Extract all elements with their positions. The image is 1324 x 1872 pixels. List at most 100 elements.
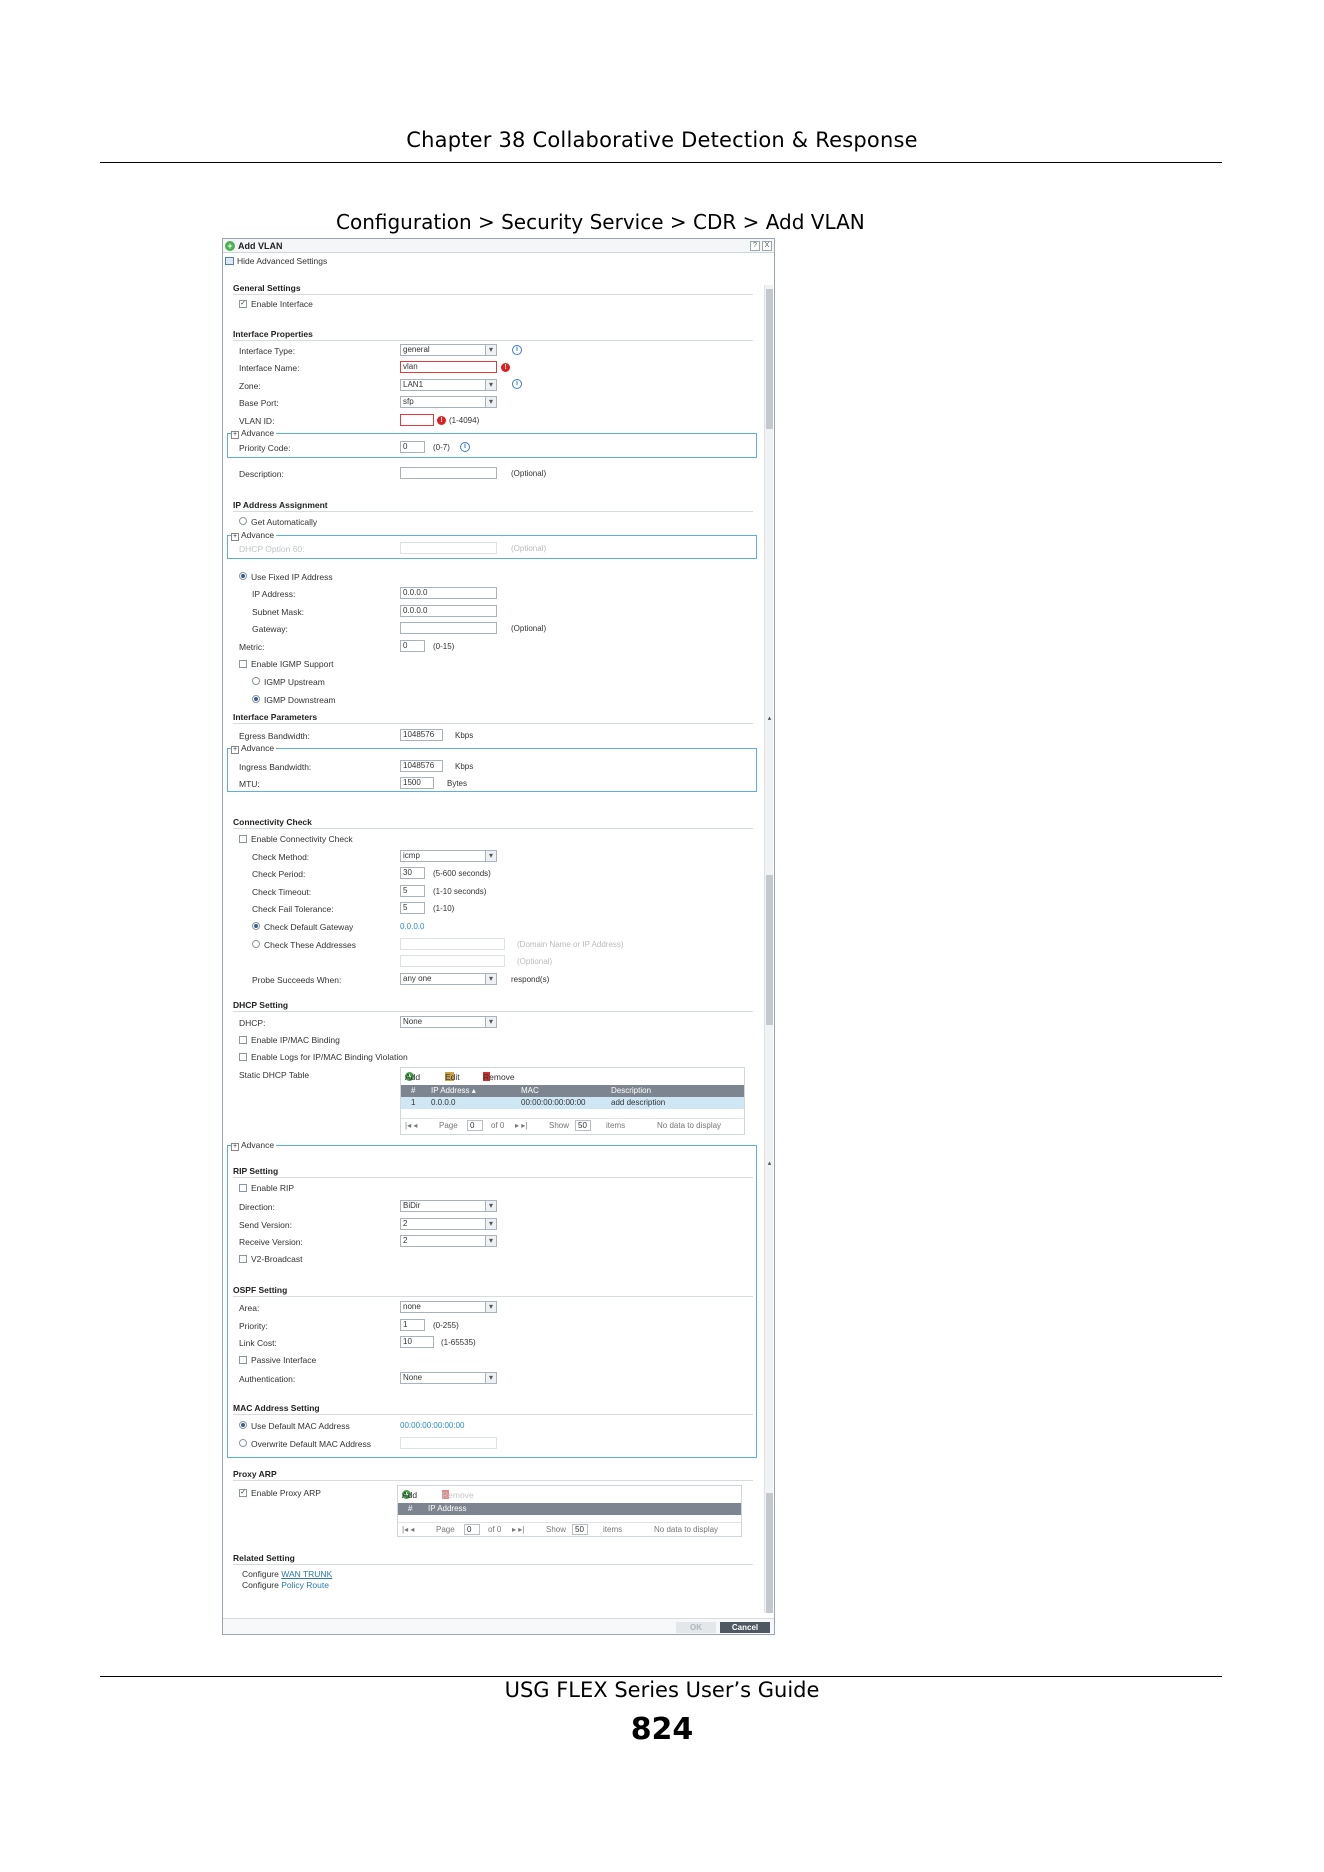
advance-toggle[interactable]: + Advance — [231, 428, 277, 439]
zone-select[interactable]: LAN1 — [400, 379, 497, 391]
table-cell: 0.0.0.0 — [431, 1098, 456, 1107]
link-cost-input[interactable]: 10 — [400, 1336, 434, 1348]
scroll-thumb[interactable] — [766, 289, 773, 429]
link-cost-label: Link Cost: — [239, 1338, 277, 1348]
section-divider — [233, 294, 753, 295]
policy-route-link[interactable]: Policy Route — [281, 1580, 329, 1590]
column-header[interactable]: Description — [611, 1086, 651, 1095]
ok-button[interactable]: OK — [676, 1622, 716, 1633]
dhcp-select[interactable]: None — [400, 1016, 497, 1028]
dhcp-option-input[interactable] — [400, 542, 497, 554]
scroll-up-icon[interactable]: ▴ — [765, 715, 774, 723]
subnet-mask-input[interactable]: 0.0.0.0 — [400, 605, 497, 617]
priority-code-label: Priority Code: — [239, 443, 291, 453]
v2-broadcast-checkbox[interactable] — [239, 1255, 247, 1263]
table-pager: |◂ ◂ Page 0 of 0 ▸ ▸| Show 50 items No d… — [398, 1522, 741, 1536]
section-divider — [233, 1564, 753, 1565]
hide-advanced-link[interactable]: Hide Advanced Settings — [225, 256, 327, 266]
check-address-input[interactable] — [400, 938, 505, 950]
dialog-footer: OK Cancel — [223, 1618, 774, 1634]
pager-nav-icon[interactable]: ▸ ▸| — [515, 1121, 527, 1130]
check-fail-input[interactable]: 5 — [400, 902, 425, 914]
cancel-button[interactable]: Cancel — [720, 1622, 770, 1633]
column-header[interactable]: # — [411, 1086, 415, 1095]
scroll-thumb[interactable] — [766, 875, 773, 1025]
scroll-up-icon[interactable]: ▴ — [765, 1160, 774, 1168]
metric-input[interactable]: 0 — [400, 640, 425, 652]
help-icon[interactable]: ? — [750, 241, 760, 251]
pager-nav-icon[interactable]: |◂ ◂ — [402, 1525, 414, 1534]
check-fail-label: Check Fail Tolerance: — [252, 904, 334, 914]
area-select[interactable]: none — [400, 1301, 497, 1313]
use-fixed-ip-radio[interactable] — [239, 572, 247, 580]
advance-toggle[interactable]: + Advance — [231, 530, 277, 541]
column-header[interactable]: IP Address — [428, 1504, 467, 1513]
column-header[interactable]: MAC — [521, 1086, 539, 1095]
enable-igmp-checkbox[interactable] — [239, 660, 247, 668]
passive-interface-checkbox[interactable] — [239, 1356, 247, 1364]
v2-broadcast-label: V2-Broadcast — [251, 1254, 303, 1264]
gateway-input[interactable] — [400, 622, 497, 634]
check-period-input[interactable]: 30 — [400, 867, 425, 879]
send-version-select[interactable]: 2 — [400, 1218, 497, 1230]
igmp-downstream-radio[interactable] — [252, 695, 260, 703]
check-method-select[interactable]: icmp — [400, 850, 497, 862]
table-cell: add description — [611, 1098, 666, 1107]
logs-binding-checkbox[interactable] — [239, 1053, 247, 1061]
base-port-select[interactable]: sfp — [400, 396, 497, 408]
close-icon[interactable]: X — [762, 241, 772, 251]
overwrite-mac-input[interactable] — [400, 1437, 497, 1449]
ip-mac-binding-checkbox[interactable] — [239, 1036, 247, 1044]
igmp-upstream-radio[interactable] — [252, 677, 260, 685]
dhcp-option-hint: (Optional) — [511, 544, 547, 553]
pager-nav-icon[interactable]: |◂ ◂ — [405, 1121, 417, 1130]
probe-succeeds-select[interactable]: any one — [400, 973, 497, 985]
expand-icon: + — [231, 746, 239, 754]
ingress-unit: Kbps — [455, 762, 474, 771]
enable-interface-checkbox[interactable]: ✓ — [239, 300, 247, 308]
check-address-input-2[interactable] — [400, 955, 505, 967]
default-gateway-value: 0.0.0.0 — [400, 922, 425, 931]
info-icon[interactable]: i — [460, 442, 470, 452]
edit-label: Edit — [445, 1072, 460, 1082]
egress-bandwidth-input[interactable]: 1048576 — [400, 729, 443, 741]
column-header[interactable]: IP Address ▴ — [431, 1086, 476, 1095]
check-default-gateway-radio[interactable] — [252, 922, 260, 930]
direction-select[interactable]: BiDir — [400, 1200, 497, 1212]
column-header[interactable]: # — [408, 1504, 412, 1513]
use-default-mac-radio[interactable] — [239, 1421, 247, 1429]
priority-code-input[interactable]: 0 — [400, 441, 425, 453]
enable-rip-checkbox[interactable] — [239, 1184, 247, 1192]
pager-nav-icon[interactable]: ▸ ▸| — [512, 1525, 524, 1534]
enable-proxy-arp-checkbox[interactable]: ✓ — [239, 1489, 247, 1497]
authentication-select[interactable]: None — [400, 1372, 497, 1384]
igmp-downstream-label: IGMP Downstream — [264, 695, 336, 705]
interface-type-select[interactable]: general — [400, 344, 497, 356]
ip-address-input[interactable]: 0.0.0.0 — [400, 587, 497, 599]
wan-trunk-link[interactable]: WAN TRUNK — [281, 1569, 332, 1579]
check-timeout-input[interactable]: 5 — [400, 885, 425, 897]
ospf-priority-input[interactable]: 1 — [400, 1319, 425, 1331]
table-row[interactable]: 1 0.0.0.0 00:00:00:00:00:00 add descript… — [401, 1097, 744, 1109]
expand-icon: + — [231, 431, 239, 439]
check-these-addresses-radio[interactable] — [252, 940, 260, 948]
pager-show-select[interactable]: 50 — [572, 1524, 588, 1535]
overwrite-mac-radio[interactable] — [239, 1439, 247, 1447]
pager-page-input[interactable]: 0 — [464, 1524, 480, 1535]
info-icon[interactable]: i — [512, 379, 522, 389]
advance-toggle[interactable]: + Advance — [231, 743, 277, 754]
ingress-bandwidth-input[interactable]: 1048576 — [400, 760, 443, 772]
mtu-input[interactable]: 1500 — [400, 777, 434, 789]
pager-page-input[interactable]: 0 — [467, 1120, 483, 1131]
enable-connectivity-checkbox[interactable] — [239, 835, 247, 843]
dialog-scrollbar[interactable]: ▴ ▴ — [764, 285, 773, 1613]
receive-version-select[interactable]: 2 — [400, 1235, 497, 1247]
interface-name-input[interactable]: vlan — [400, 361, 497, 373]
vlan-id-input[interactable] — [400, 414, 434, 426]
info-icon[interactable]: i — [512, 345, 522, 355]
pager-show-select[interactable]: 50 — [575, 1120, 591, 1131]
description-input[interactable] — [400, 467, 497, 479]
advance-toggle[interactable]: + Advance — [231, 1140, 277, 1151]
get-automatically-radio[interactable] — [239, 517, 247, 525]
scroll-thumb[interactable] — [766, 1493, 773, 1613]
